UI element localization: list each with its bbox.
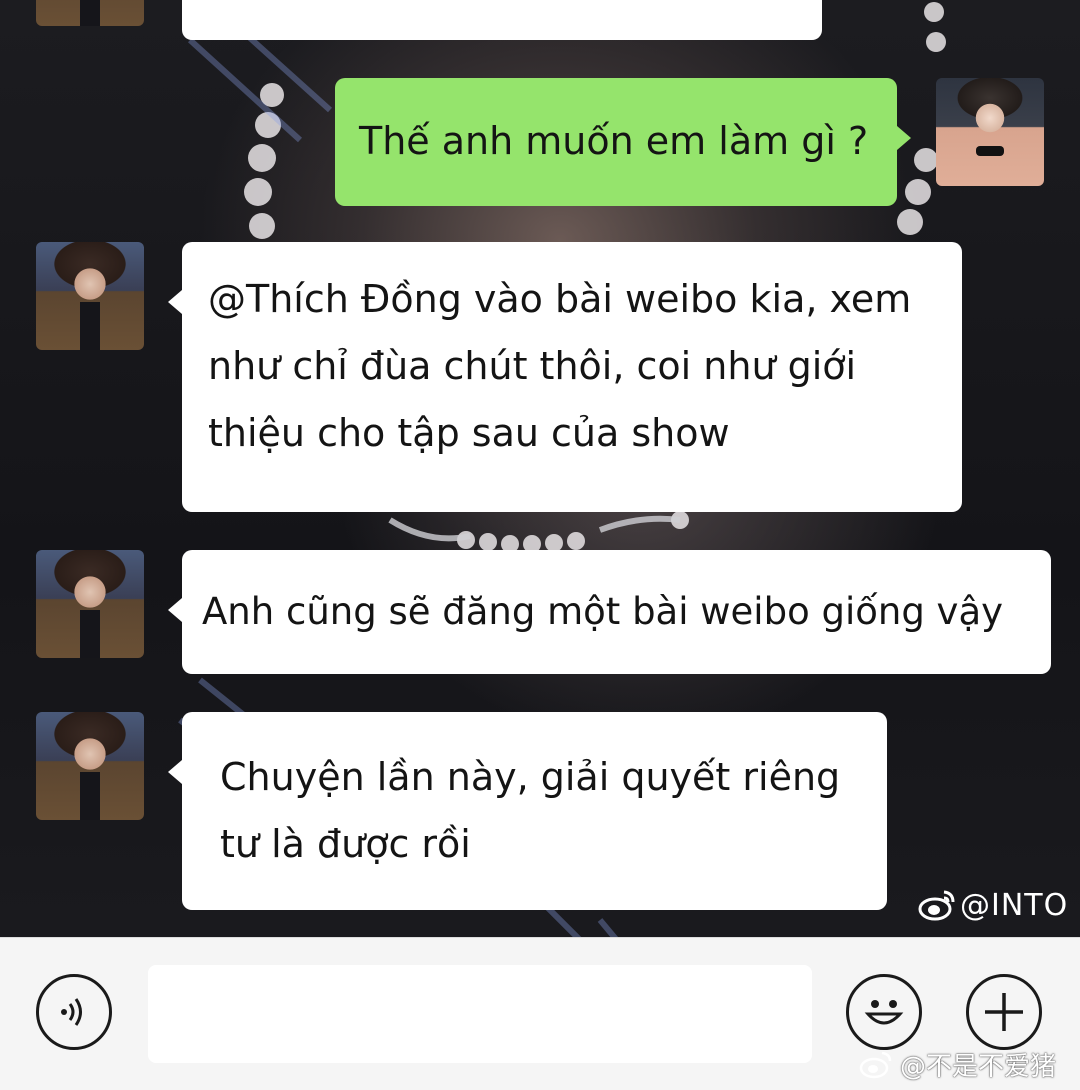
bubble-tail <box>168 760 182 784</box>
voice-icon <box>61 998 82 1026</box>
credit-text: @不是不爱猪 <box>900 1051 1057 1082</box>
watermark-handle: @INTO <box>960 887 1069 923</box>
emoji-button[interactable] <box>846 974 922 1050</box>
plus-icon <box>985 993 1023 1031</box>
message-text: Thế anh muốn em làm gì ? <box>359 119 869 163</box>
weibo-logo-icon <box>918 890 955 921</box>
message-input[interactable] <box>148 965 812 1063</box>
contact-avatar[interactable] <box>36 712 144 820</box>
voice-button[interactable] <box>36 974 112 1050</box>
contact-avatar[interactable] <box>36 242 144 350</box>
weibo-logo-icon <box>859 1051 892 1079</box>
bubble-tail <box>897 126 911 150</box>
contact-avatar[interactable] <box>36 0 144 26</box>
emoji-icon <box>864 1000 904 1025</box>
contact-avatar[interactable] <box>36 550 144 658</box>
message-bubble-outgoing[interactable]: Thế anh muốn em làm gì ? <box>335 78 911 206</box>
add-button[interactable] <box>966 974 1042 1050</box>
message-text: Chuyện lần này, giải quyết riêng tư là đ… <box>220 755 841 866</box>
bubble-tail <box>168 598 182 622</box>
message-bubble-incoming[interactable] <box>182 0 822 40</box>
message-bubble-incoming[interactable]: @Thích Đồng vào bài weibo kia, xem như c… <box>168 242 962 512</box>
message-text: @Thích Đồng vào bài weibo kia, xem như c… <box>208 277 912 455</box>
credit-watermark: @不是不爱猪 <box>858 1044 1056 1084</box>
bubble-tail <box>168 290 182 314</box>
message-bubble-incoming[interactable]: Anh cũng sẽ đăng một bài weibo giống vậy <box>168 550 1051 674</box>
weibo-watermark: @INTO <box>918 884 1068 926</box>
message-bubble-incoming[interactable]: Chuyện lần này, giải quyết riêng tư là đ… <box>168 712 887 910</box>
message-text: Anh cũng sẽ đăng một bài weibo giống vậy <box>202 590 1004 633</box>
user-avatar[interactable] <box>936 78 1044 186</box>
